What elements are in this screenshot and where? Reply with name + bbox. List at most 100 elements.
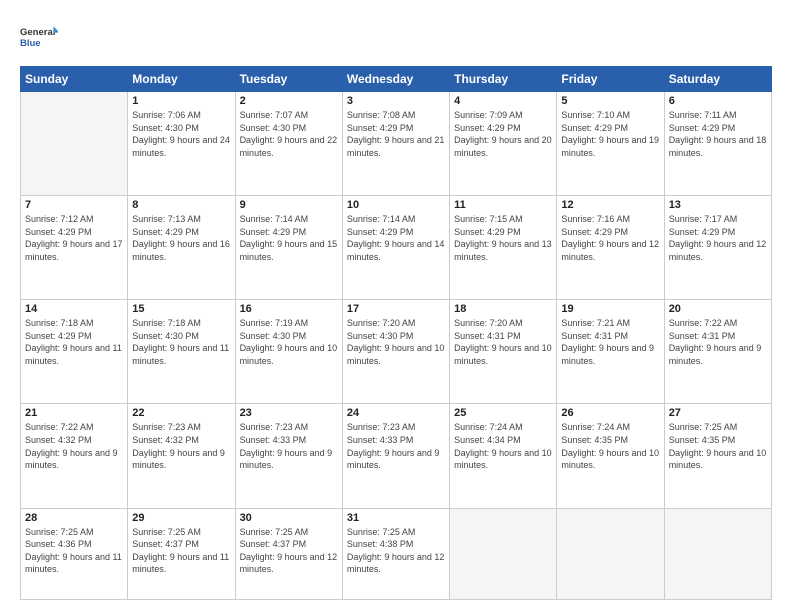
day-cell-27: 27 Sunrise: 7:25 AMSunset: 4:35 PMDayligh…	[664, 404, 771, 508]
day-info: Sunrise: 7:07 AMSunset: 4:30 PMDaylight:…	[240, 109, 338, 159]
week-row-4: 21 Sunrise: 7:22 AMSunset: 4:32 PMDayligh…	[21, 404, 772, 508]
day-info: Sunrise: 7:11 AMSunset: 4:29 PMDaylight:…	[669, 109, 767, 159]
day-number: 18	[454, 303, 552, 315]
day-header-saturday: Saturday	[664, 67, 771, 92]
day-cell-19: 19 Sunrise: 7:21 AMSunset: 4:31 PMDayligh…	[557, 300, 664, 404]
day-header-friday: Friday	[557, 67, 664, 92]
day-cell-5: 5 Sunrise: 7:10 AMSunset: 4:29 PMDaylight…	[557, 92, 664, 196]
day-cell-empty	[21, 92, 128, 196]
day-number: 22	[132, 407, 230, 419]
day-number: 31	[347, 512, 445, 524]
day-cell-10: 10 Sunrise: 7:14 AMSunset: 4:29 PMDayligh…	[342, 196, 449, 300]
day-info: Sunrise: 7:08 AMSunset: 4:29 PMDaylight:…	[347, 109, 445, 159]
day-number: 10	[347, 199, 445, 211]
day-number: 28	[25, 512, 123, 524]
day-number: 6	[669, 95, 767, 107]
day-info: Sunrise: 7:19 AMSunset: 4:30 PMDaylight:…	[240, 317, 338, 367]
day-cell-30: 30 Sunrise: 7:25 AMSunset: 4:37 PMDayligh…	[235, 508, 342, 600]
day-cell-11: 11Sunrise: 7:15 AMSunset: 4:29 PMDayligh…	[450, 196, 557, 300]
day-info: Sunrise: 7:15 AMSunset: 4:29 PMDaylight:…	[454, 213, 552, 263]
day-info: Sunrise: 7:20 AMSunset: 4:30 PMDaylight:…	[347, 317, 445, 367]
day-number: 25	[454, 407, 552, 419]
logo: General Blue	[20, 18, 58, 56]
calendar-header-row: SundayMondayTuesdayWednesdayThursdayFrid…	[21, 67, 772, 92]
day-number: 9	[240, 199, 338, 211]
calendar-body: 1Sunrise: 7:06 AMSunset: 4:30 PMDaylight…	[21, 92, 772, 600]
day-cell-22: 22 Sunrise: 7:23 AMSunset: 4:32 PMDayligh…	[128, 404, 235, 508]
day-cell-1: 1Sunrise: 7:06 AMSunset: 4:30 PMDaylight…	[128, 92, 235, 196]
day-number: 8	[132, 199, 230, 211]
week-row-3: 14Sunrise: 7:18 AMSunset: 4:29 PMDayligh…	[21, 300, 772, 404]
day-info: Sunrise: 7:23 AMSunset: 4:33 PMDaylight:…	[240, 421, 338, 471]
day-cell-29: 29 Sunrise: 7:25 AMSunset: 4:37 PMDayligh…	[128, 508, 235, 600]
day-info: Sunrise: 7:20 AMSunset: 4:31 PMDaylight:…	[454, 317, 552, 367]
day-number: 20	[669, 303, 767, 315]
day-info: Sunrise: 7:18 AMSunset: 4:30 PMDaylight:…	[132, 317, 230, 367]
day-info: Sunrise: 7:25 AMSunset: 4:35 PMDaylight:…	[669, 421, 767, 471]
week-row-2: 7 Sunrise: 7:12 AMSunset: 4:29 PMDaylight…	[21, 196, 772, 300]
day-number: 19	[561, 303, 659, 315]
day-cell-21: 21 Sunrise: 7:22 AMSunset: 4:32 PMDayligh…	[21, 404, 128, 508]
week-row-1: 1Sunrise: 7:06 AMSunset: 4:30 PMDaylight…	[21, 92, 772, 196]
day-header-monday: Monday	[128, 67, 235, 92]
day-cell-empty	[450, 508, 557, 600]
day-number: 27	[669, 407, 767, 419]
day-number: 29	[132, 512, 230, 524]
day-cell-13: 13Sunrise: 7:17 AMSunset: 4:29 PMDayligh…	[664, 196, 771, 300]
day-number: 3	[347, 95, 445, 107]
day-header-wednesday: Wednesday	[342, 67, 449, 92]
day-header-thursday: Thursday	[450, 67, 557, 92]
day-number: 12	[561, 199, 659, 211]
day-info: Sunrise: 7:12 AMSunset: 4:29 PMDaylight:…	[25, 213, 123, 263]
day-cell-25: 25 Sunrise: 7:24 AMSunset: 4:34 PMDayligh…	[450, 404, 557, 508]
day-info: Sunrise: 7:23 AMSunset: 4:33 PMDaylight:…	[347, 421, 445, 471]
day-cell-3: 3 Sunrise: 7:08 AMSunset: 4:29 PMDaylight…	[342, 92, 449, 196]
day-cell-24: 24 Sunrise: 7:23 AMSunset: 4:33 PMDayligh…	[342, 404, 449, 508]
day-cell-9: 9 Sunrise: 7:14 AMSunset: 4:29 PMDaylight…	[235, 196, 342, 300]
day-cell-15: 15 Sunrise: 7:18 AMSunset: 4:30 PMDayligh…	[128, 300, 235, 404]
day-cell-8: 8 Sunrise: 7:13 AMSunset: 4:29 PMDaylight…	[128, 196, 235, 300]
day-cell-6: 6 Sunrise: 7:11 AMSunset: 4:29 PMDaylight…	[664, 92, 771, 196]
day-cell-empty	[557, 508, 664, 600]
day-number: 15	[132, 303, 230, 315]
day-info: Sunrise: 7:23 AMSunset: 4:32 PMDaylight:…	[132, 421, 230, 471]
day-info: Sunrise: 7:14 AMSunset: 4:29 PMDaylight:…	[347, 213, 445, 263]
day-cell-17: 17Sunrise: 7:20 AMSunset: 4:30 PMDayligh…	[342, 300, 449, 404]
day-cell-2: 2Sunrise: 7:07 AMSunset: 4:30 PMDaylight…	[235, 92, 342, 196]
day-info: Sunrise: 7:16 AMSunset: 4:29 PMDaylight:…	[561, 213, 659, 263]
day-number: 30	[240, 512, 338, 524]
day-number: 1	[132, 95, 230, 107]
day-cell-31: 31Sunrise: 7:25 AMSunset: 4:38 PMDayligh…	[342, 508, 449, 600]
logo-svg: General Blue	[20, 18, 58, 56]
day-cell-18: 18 Sunrise: 7:20 AMSunset: 4:31 PMDayligh…	[450, 300, 557, 404]
day-number: 5	[561, 95, 659, 107]
day-cell-empty	[664, 508, 771, 600]
day-number: 21	[25, 407, 123, 419]
day-cell-20: 20 Sunrise: 7:22 AMSunset: 4:31 PMDayligh…	[664, 300, 771, 404]
day-info: Sunrise: 7:25 AMSunset: 4:36 PMDaylight:…	[25, 526, 123, 576]
day-info: Sunrise: 7:18 AMSunset: 4:29 PMDaylight:…	[25, 317, 123, 367]
day-number: 24	[347, 407, 445, 419]
day-info: Sunrise: 7:17 AMSunset: 4:29 PMDaylight:…	[669, 213, 767, 263]
day-info: Sunrise: 7:25 AMSunset: 4:37 PMDaylight:…	[240, 526, 338, 576]
day-info: Sunrise: 7:14 AMSunset: 4:29 PMDaylight:…	[240, 213, 338, 263]
header: General Blue	[20, 18, 772, 56]
day-info: Sunrise: 7:24 AMSunset: 4:34 PMDaylight:…	[454, 421, 552, 471]
day-cell-26: 26Sunrise: 7:24 AMSunset: 4:35 PMDayligh…	[557, 404, 664, 508]
day-cell-23: 23Sunrise: 7:23 AMSunset: 4:33 PMDayligh…	[235, 404, 342, 508]
day-info: Sunrise: 7:10 AMSunset: 4:29 PMDaylight:…	[561, 109, 659, 159]
day-info: Sunrise: 7:21 AMSunset: 4:31 PMDaylight:…	[561, 317, 659, 367]
day-header-sunday: Sunday	[21, 67, 128, 92]
day-number: 7	[25, 199, 123, 211]
day-info: Sunrise: 7:25 AMSunset: 4:37 PMDaylight:…	[132, 526, 230, 576]
day-info: Sunrise: 7:22 AMSunset: 4:32 PMDaylight:…	[25, 421, 123, 471]
week-row-5: 28 Sunrise: 7:25 AMSunset: 4:36 PMDayligh…	[21, 508, 772, 600]
day-info: Sunrise: 7:13 AMSunset: 4:29 PMDaylight:…	[132, 213, 230, 263]
page: General Blue SundayMondayTuesdayWednesda…	[0, 0, 792, 612]
day-number: 4	[454, 95, 552, 107]
day-cell-12: 12 Sunrise: 7:16 AMSunset: 4:29 PMDayligh…	[557, 196, 664, 300]
day-cell-4: 4 Sunrise: 7:09 AMSunset: 4:29 PMDaylight…	[450, 92, 557, 196]
day-info: Sunrise: 7:09 AMSunset: 4:29 PMDaylight:…	[454, 109, 552, 159]
day-info: Sunrise: 7:24 AMSunset: 4:35 PMDaylight:…	[561, 421, 659, 471]
day-info: Sunrise: 7:22 AMSunset: 4:31 PMDaylight:…	[669, 317, 767, 367]
